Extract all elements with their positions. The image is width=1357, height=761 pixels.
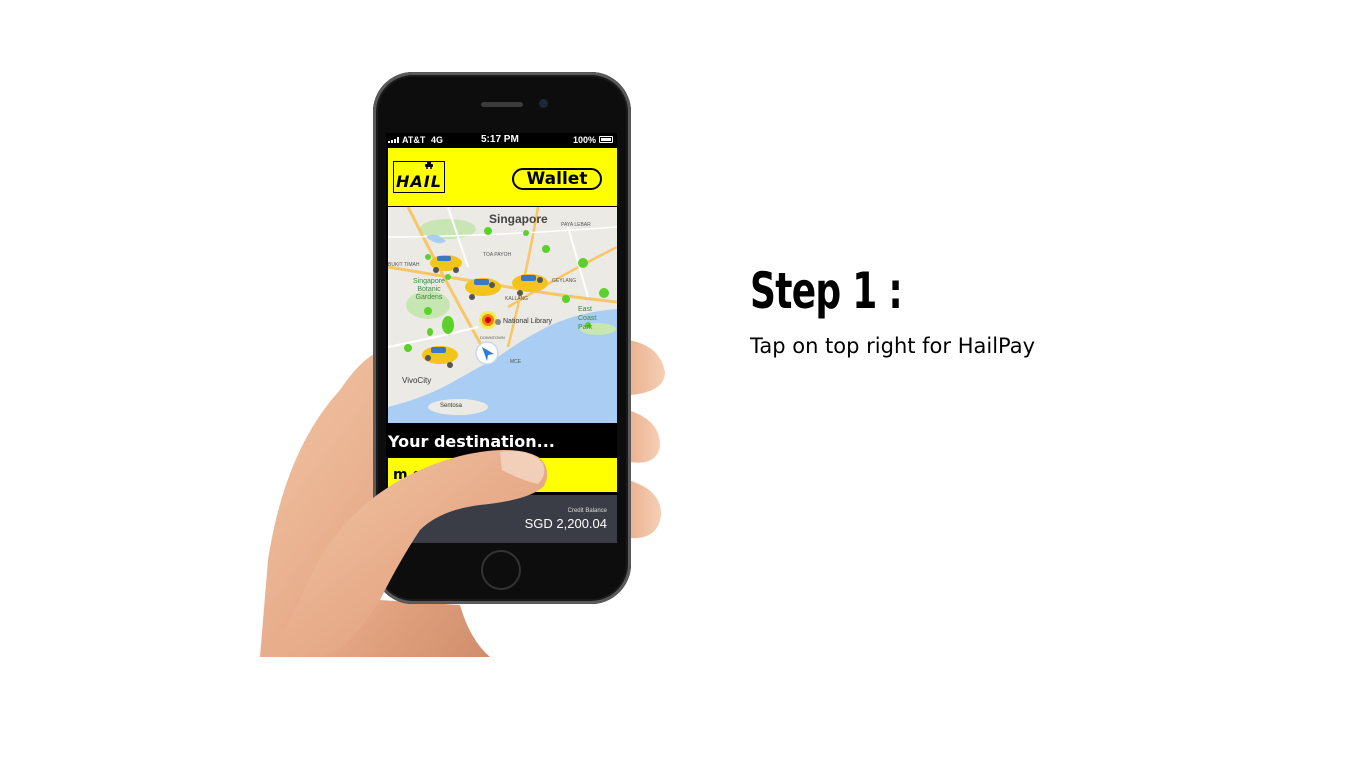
signal-icon (388, 137, 399, 143)
battery-percent: 100% (573, 135, 597, 145)
destination-input-value: m goi (393, 467, 437, 483)
carrier-label: AT&T (402, 135, 426, 145)
credit-balance-label: Credit Balance (567, 508, 607, 514)
credit-balance-bar: Credit Balance SGD 2,200.04 (388, 495, 617, 543)
map-label-mce: MCE (510, 359, 522, 365)
network-label: 4G (431, 135, 444, 145)
step-title: Step 1 : (750, 262, 903, 320)
destination-title: Your destination... (388, 432, 555, 451)
phone-screen: AT&T 4G 5:17 PM 100% HAIL Wallet Singapo… (386, 133, 617, 543)
map-label-bukit-timah: BUKIT TIMAH (388, 262, 420, 268)
phone-speaker (481, 102, 523, 107)
map-label-vivocity: VivoCity (402, 376, 432, 385)
logo-text: HAIL (396, 172, 442, 191)
destination-input[interactable]: m goi (388, 458, 617, 492)
map-label-paya-lebar: PAYA LEBAR (561, 222, 591, 228)
phone-camera (539, 99, 548, 108)
map-city-label: Singapore (489, 212, 548, 226)
battery-icon (599, 136, 613, 143)
taxi-icon (425, 162, 433, 169)
map-label-kallang: KALLANG (505, 296, 529, 302)
wallet-button[interactable]: Wallet (512, 168, 602, 190)
map-label-downtown: DOWNTOWN (480, 335, 505, 340)
map-label-botanic: Singapore Botanic Gardens (413, 278, 445, 301)
hand-illustration (260, 340, 665, 657)
map-label-east-coast: East Coast Park (578, 306, 597, 331)
map-label-toa-payoh: TOA PAYOH (483, 252, 512, 258)
home-button[interactable] (481, 550, 521, 590)
map-label-geylang: GEYLANG (552, 278, 577, 284)
map-label-sentosa: Sentosa (440, 403, 463, 409)
hail-logo[interactable]: HAIL (393, 161, 445, 193)
map-label-national-library: National Library (503, 318, 553, 325)
destination-header: Your destination... (386, 423, 617, 458)
step-description: Tap on top right for HailPay (750, 334, 1036, 358)
app-header: HAIL Wallet (388, 148, 617, 206)
map-view[interactable]: Singapore PAYA LEBAR TOA PAYOH BUKIT TIM… (388, 207, 617, 423)
clock: 5:17 PM (481, 134, 519, 145)
status-bar: AT&T 4G 5:17 PM 100% (386, 133, 617, 147)
taxi-marker (430, 255, 462, 273)
credit-balance-value: SGD 2,200.04 (524, 516, 607, 531)
